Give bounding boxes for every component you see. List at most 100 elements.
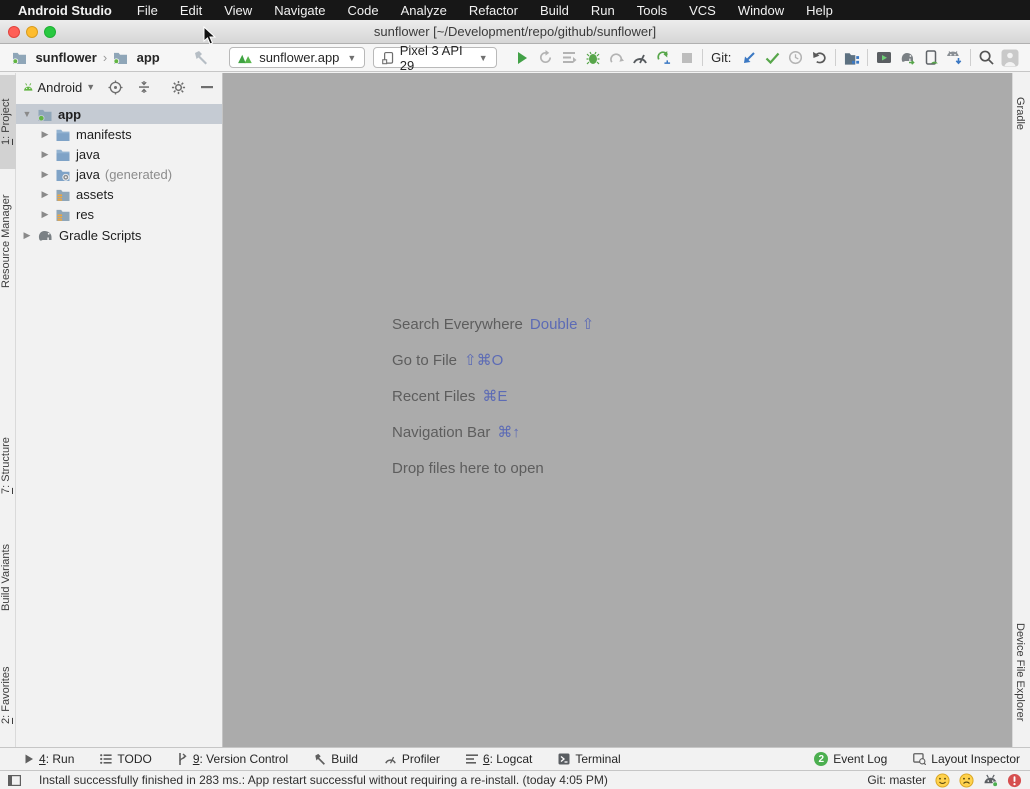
tool-stripe-structure[interactable]: 7: Structure (0, 423, 16, 509)
user-avatar-icon[interactable] (998, 46, 1021, 70)
locate-file-button[interactable] (107, 76, 123, 98)
feedback-happy-icon[interactable] (935, 772, 950, 788)
menu-app-name[interactable]: Android Studio (18, 3, 112, 18)
menu-view[interactable]: View (213, 3, 263, 18)
search-everywhere-button[interactable] (975, 46, 998, 70)
menu-tools[interactable]: Tools (626, 3, 678, 18)
window-title: sunflower [~/Development/repo/github/sun… (373, 24, 657, 39)
tree-item-java[interactable]: ▶ java (16, 144, 222, 164)
device-manager-button[interactable] (919, 46, 942, 70)
tree-item-manifests[interactable]: ▶ manifests (16, 124, 222, 144)
profiler-gauge-icon (385, 756, 396, 764)
tool-stripe-project[interactable]: 1: Project (0, 75, 16, 169)
breadcrumb-module[interactable]: app (137, 50, 160, 65)
breadcrumb-project[interactable]: sunflower (35, 50, 96, 65)
tool-stripe-build-variants[interactable]: Build Variants (0, 525, 16, 629)
tool-stripe-resource-manager[interactable]: Resource Manager (0, 177, 16, 305)
resources-folder-icon (56, 209, 70, 221)
tool-stripe-gradle[interactable]: Gradle (1014, 78, 1030, 150)
menu-code[interactable]: Code (337, 3, 390, 18)
tree-item-assets[interactable]: ▶ assets (16, 184, 222, 204)
collapse-arrow-icon[interactable]: ▼ (22, 109, 32, 119)
toolwindow-terminal[interactable]: Terminal (558, 752, 621, 766)
hide-panel-button[interactable] (199, 76, 215, 98)
toolwindow-run[interactable]: 4: Run (24, 752, 74, 766)
chevron-down-icon: ▼ (478, 52, 488, 63)
toolwindow-todo[interactable]: TODO (100, 752, 152, 766)
tool-stripe-device-file-explorer[interactable]: Device File Explorer (1014, 601, 1030, 743)
project-view-selector[interactable]: Android (37, 80, 82, 95)
run-button[interactable] (511, 46, 534, 70)
main-area: 1: Project Resource Manager 7: Structure… (0, 73, 1030, 747)
window-title-bar[interactable]: sunflower [~/Development/repo/github/sun… (0, 20, 1030, 44)
menu-analyze[interactable]: Analyze (390, 3, 458, 18)
menu-navigate[interactable]: Navigate (263, 3, 336, 18)
menu-build[interactable]: Build (529, 3, 580, 18)
module-folder-icon (109, 46, 132, 70)
settings-gear-icon[interactable] (170, 76, 186, 98)
hint-go-to-file: Go to File ⇧⌘O (392, 351, 504, 370)
menu-vcs[interactable]: VCS (678, 3, 727, 18)
menu-help[interactable]: Help (795, 3, 844, 18)
device-select[interactable]: Pixel 3 API 29 ▼ (373, 43, 497, 73)
collapse-all-button[interactable] (136, 76, 152, 98)
project-tool-window: Android ▼ ▼ app ▶ manifests ▶ java ▶ jav… (16, 73, 223, 747)
expand-arrow-icon[interactable]: ▶ (40, 149, 50, 160)
keyboard-shortcut-hints: Search Everywhere Double ⇧ Go to File ⇧⌘… (392, 306, 594, 486)
git-label: Git: (711, 50, 732, 65)
menu-edit[interactable]: Edit (169, 3, 213, 18)
profile-button[interactable] (628, 46, 651, 70)
toolwindow-build[interactable]: Build (314, 752, 358, 766)
toolwindow-layout-inspector[interactable]: Layout Inspector (913, 752, 1020, 766)
expand-arrow-icon[interactable]: ▶ (22, 230, 32, 241)
expand-arrow-icon[interactable]: ▶ (40, 209, 50, 220)
tree-item-java-generated[interactable]: ▶ java (generated) (16, 164, 222, 184)
run-config-app-icon (238, 54, 252, 63)
editor-empty-area[interactable]: Search Everywhere Double ⇧ Go to File ⇧⌘… (223, 73, 1012, 747)
expand-arrow-icon[interactable]: ▶ (40, 169, 50, 180)
toolwindow-logcat[interactable]: 6: Logcat (465, 752, 532, 766)
android-module-folder-icon (38, 109, 52, 121)
stop-button (675, 46, 698, 70)
toolwindow-version-control[interactable]: 9: Version Control (178, 752, 288, 766)
expand-arrow-icon[interactable]: ▶ (40, 189, 50, 200)
attach-debugger-button[interactable] (651, 46, 674, 70)
git-update-button[interactable] (737, 46, 760, 70)
run-configuration-select[interactable]: sunflower.app ▼ (229, 47, 366, 68)
menu-refactor[interactable]: Refactor (458, 3, 529, 18)
sdk-manager-button[interactable] (943, 46, 966, 70)
tree-item-app[interactable]: ▼ app (16, 104, 222, 124)
avd-manager-button[interactable] (872, 46, 895, 70)
ide-error-icon[interactable] (1007, 773, 1022, 788)
build-hammer-icon[interactable] (190, 46, 213, 70)
apply-code-changes-button (558, 46, 581, 70)
chevron-down-icon[interactable]: ▼ (86, 82, 95, 92)
git-branch-widget[interactable]: Git: master (867, 773, 926, 787)
feedback-sad-icon[interactable] (959, 772, 974, 788)
menu-window[interactable]: Window (727, 3, 795, 18)
status-message[interactable]: Install successfully finished in 283 ms.… (39, 773, 608, 787)
git-commit-button[interactable] (761, 46, 784, 70)
mouse-cursor (203, 26, 216, 45)
git-rollback-button[interactable] (808, 46, 831, 70)
toolwindow-toggle-icon[interactable] (8, 774, 21, 786)
resources-folder-icon (56, 189, 70, 201)
breadcrumb-chevron-icon: › (102, 50, 108, 65)
toolbar-separator (970, 49, 972, 66)
gradle-elephant-icon (38, 230, 52, 241)
toolwindow-event-log[interactable]: 2 Event Log (814, 752, 887, 766)
debug-button[interactable] (581, 46, 604, 70)
gradle-sync-button[interactable] (896, 46, 919, 70)
connected-device-icon[interactable] (983, 774, 998, 787)
hint-recent-files: Recent Files ⌘E (392, 387, 508, 406)
hint-search-everywhere: Search Everywhere Double ⇧ (392, 315, 595, 334)
tree-item-res[interactable]: ▶ res (16, 204, 222, 224)
project-structure-button[interactable] (840, 46, 863, 70)
menu-file[interactable]: File (126, 3, 169, 18)
menu-run[interactable]: Run (580, 3, 626, 18)
tree-item-gradle-scripts[interactable]: ▶ Gradle Scripts (16, 225, 222, 245)
layout-inspector-icon (913, 753, 927, 765)
tool-stripe-favorites[interactable]: 2: Favorites (0, 647, 16, 743)
toolwindow-profiler[interactable]: Profiler (384, 752, 440, 766)
expand-arrow-icon[interactable]: ▶ (40, 129, 50, 140)
